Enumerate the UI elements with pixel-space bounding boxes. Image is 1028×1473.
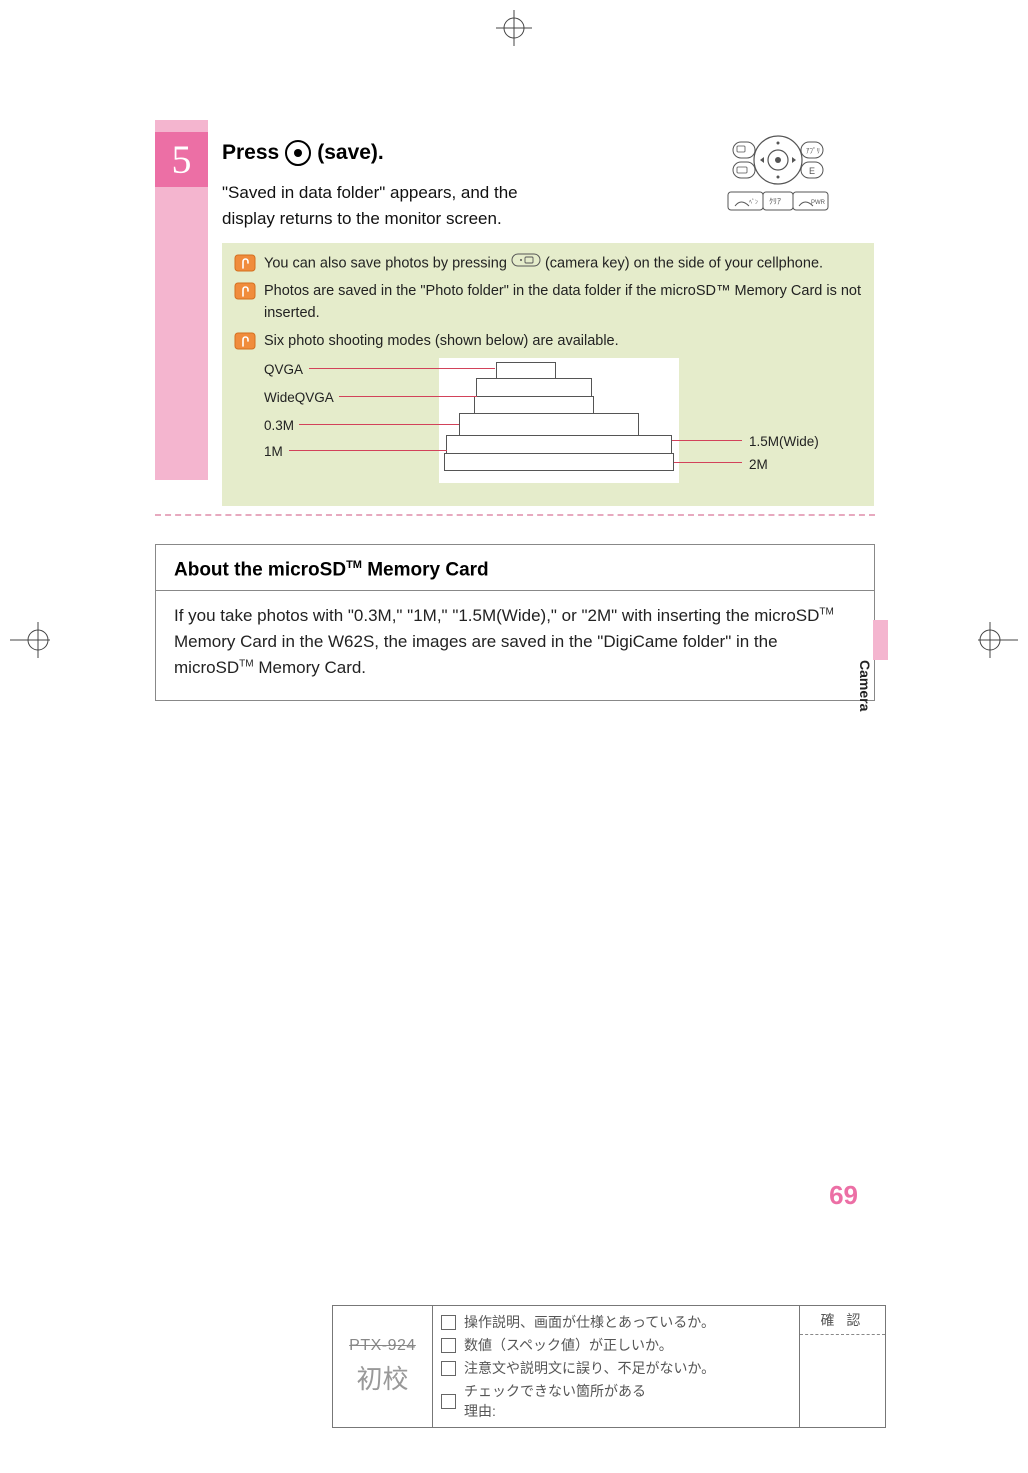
svg-text:PWR: PWR [811,200,826,206]
about-heading: About the microSDTM Memory Card [174,559,489,581]
proof-confirm-label: 確 認 [800,1306,885,1335]
tip2-text: Photos are saved in the "Photo folder" i… [264,281,862,325]
svg-text:ｸﾘｱ: ｸﾘｱ [769,197,781,206]
mode-wideqvga: WideQVGA [264,388,334,408]
modes-diagram: QVGA WideQVGA 0.3M 1M 1.5M(Wide) 2M [264,358,874,488]
mode-2m: 2M [749,455,768,475]
keypad-illustration: ｱﾌﾟﾘ E ﾍﾟﾝ ｸﾘｱ PWR [693,132,863,227]
mode-03m: 0.3M [264,416,294,436]
proof-check2: 数値（スペック値）が正しいか。 [464,1335,673,1355]
dashed-separator [155,514,875,516]
registration-mark-right [978,620,1018,660]
proof-code: PTX-924 [349,1337,416,1355]
checkbox-icon [441,1315,456,1330]
svg-text:E: E [809,166,815,176]
registration-mark-top [496,10,532,46]
step-title-post: (save). [317,141,384,165]
checkbox-icon [441,1361,456,1376]
proof-check3: 注意文や説明文に誤り、不足がないか。 [464,1358,715,1378]
mode-1m: 1M [264,442,283,462]
tip-box: You can also save photos by pressing (ca… [222,243,874,507]
center-key-icon [285,140,311,166]
svg-text:ﾍﾟﾝ: ﾍﾟﾝ [749,199,758,206]
step-number: 5 [155,132,208,187]
mode-qvga: QVGA [264,360,303,380]
hand-icon [234,254,256,272]
page-body: ｱﾌﾟﾘ E ﾍﾟﾝ ｸﾘｱ PWR 5 Press (save). "Save… [155,120,875,701]
about-microsd-box: About the microSDTM Memory Card If you t… [155,544,875,700]
step-tab: 5 [155,120,208,480]
checkbox-icon [441,1394,456,1409]
side-tab [873,620,888,660]
about-divider [156,590,874,591]
section-label: Camera [857,660,873,711]
proof-check4b: 理由: [464,1403,496,1419]
registration-mark-left [10,620,50,660]
page-number: 69 [829,1180,858,1211]
about-body: If you take photos with "0.3M," "1M," "1… [174,603,856,682]
proof-stage: 初校 [356,1359,408,1396]
camera-key-icon [511,253,541,275]
proof-check1: 操作説明、画面が仕様とあっているか。 [464,1312,715,1332]
step-description: "Saved in data folder" appears, and the … [222,180,532,233]
hand-icon [234,332,256,350]
proof-check4a: チェックできない箇所がある [464,1383,646,1399]
tip3-text: Six photo shooting modes (shown below) a… [264,331,619,353]
step-title-pre: Press [222,141,279,165]
mode-15mwide: 1.5M(Wide) [749,432,819,452]
checkbox-icon [441,1338,456,1353]
proof-frame: PTX-924 初校 操作説明、画面が仕様とあっているか。 数値（スペック値）が… [332,1305,886,1428]
svg-text:ｱﾌﾟﾘ: ｱﾌﾟﾘ [806,147,820,155]
tip1-text: You can also save photos by pressing (ca… [264,253,823,275]
hand-icon [234,282,256,300]
